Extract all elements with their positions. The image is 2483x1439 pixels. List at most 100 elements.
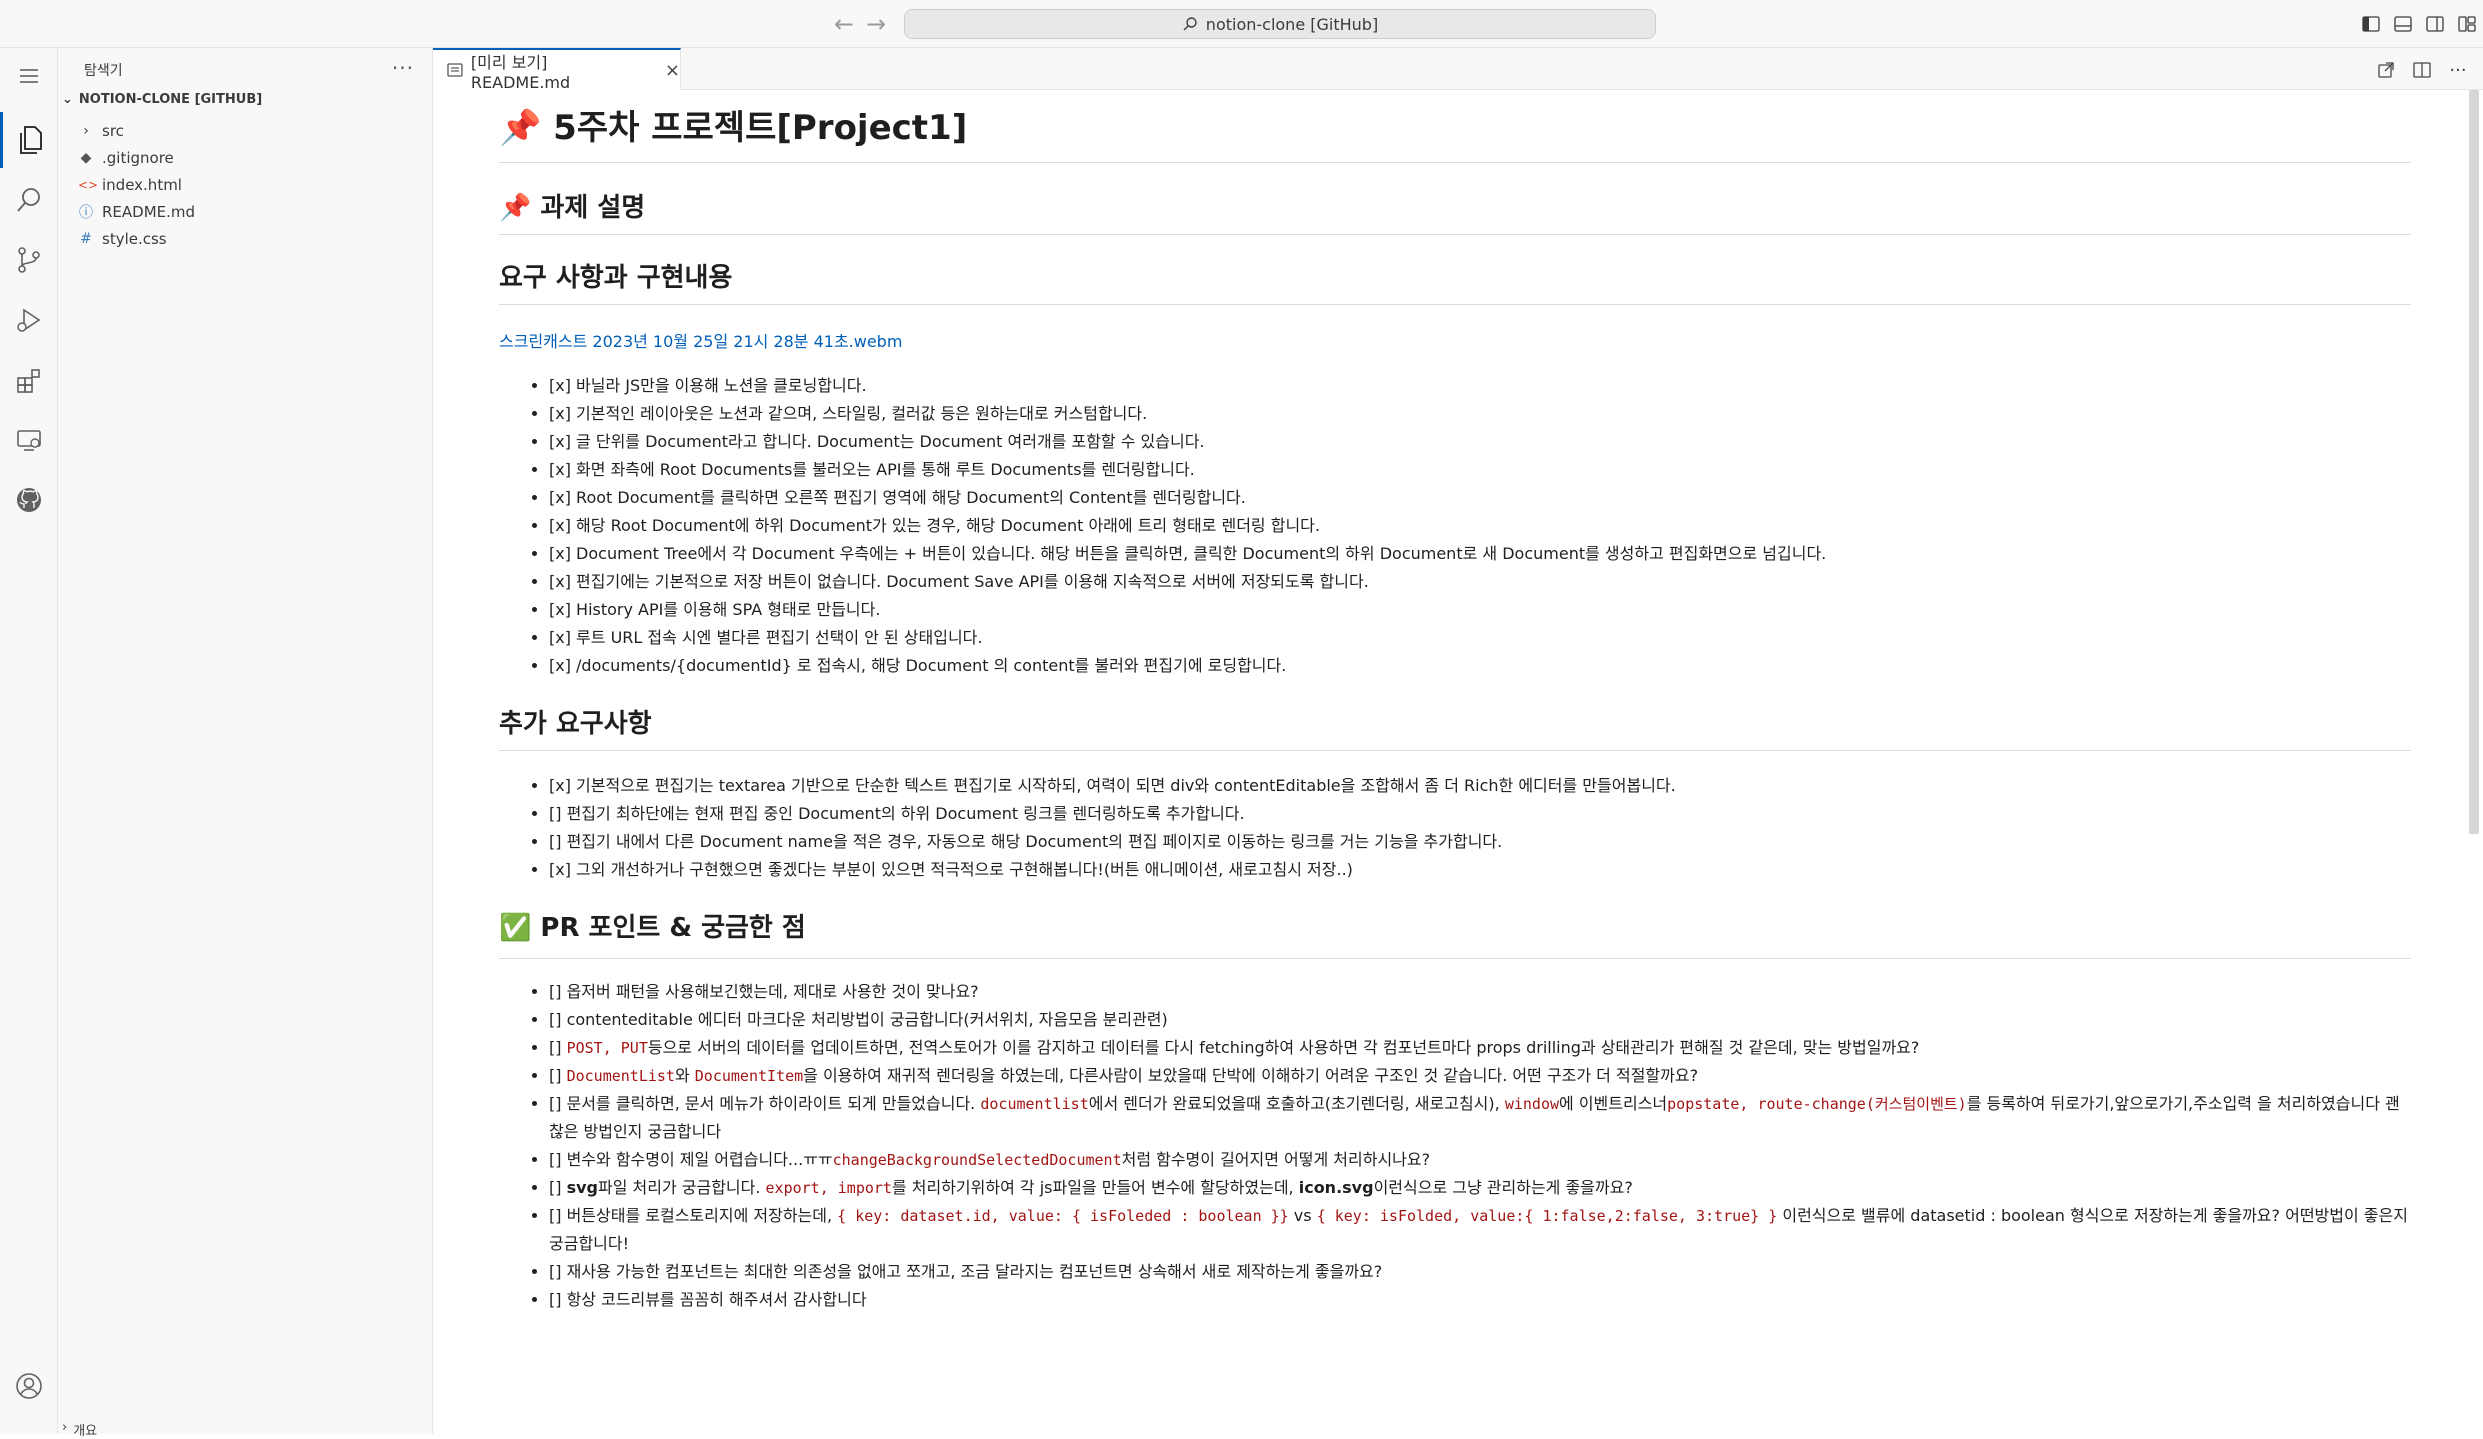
inline-code: export, import (765, 1179, 892, 1197)
tree-item-index-html[interactable]: <> index.html (78, 172, 182, 198)
preview-icon (447, 63, 463, 77)
text-span: 에서 렌더가 완료되었을때 호출하고(초기렌더링, 새로고침시), (1088, 1094, 1505, 1113)
list-item: [x] 기본적으로 편집기는 textarea 기반으로 단순한 텍스트 편집기… (549, 772, 2411, 800)
tree-item-gitignore[interactable]: ◆ .gitignore (78, 145, 174, 171)
text-span: [] (549, 1178, 567, 1197)
bold-text: icon.svg (1298, 1178, 1374, 1197)
accounts-icon[interactable] (0, 1358, 58, 1414)
activity-bar (0, 48, 58, 1434)
list-item: [x] 편집기에는 기본적으로 저장 버튼이 없습니다. Document Sa… (549, 568, 2411, 596)
search-icon[interactable] (0, 172, 58, 228)
divider (499, 234, 2411, 235)
list-item: [] DocumentList와 DocumentItem을 이용하여 재귀적 … (549, 1062, 2411, 1090)
search-icon (1183, 17, 1197, 31)
text-span: [] (549, 1038, 567, 1057)
text-span: 등으로 서버의 데이터를 업데이트하면, 전역스토어가 이를 감지하고 데이터를… (647, 1038, 1920, 1057)
github-icon[interactable] (0, 472, 58, 528)
hash-icon: # (80, 231, 92, 247)
screencast-link[interactable]: 스크린캐스트 2023년 10월 25일 21시 28분 41초.webm (499, 328, 902, 352)
list-item: [] 문서를 클릭하면, 문서 메뉴가 하이라이트 되게 만들었습니다. doc… (549, 1090, 2411, 1146)
back-arrow-icon[interactable]: ← (834, 10, 854, 38)
extra-list: [x] 기본적으로 편집기는 textarea 기반으로 단순한 텍스트 편집기… (499, 772, 2411, 884)
tab-readme-preview[interactable]: [미리 보기] README.md × (433, 48, 681, 92)
workspace-folder-label: NOTION-CLONE [GITHUB] (78, 92, 263, 107)
outline-section[interactable]: › 개요 (62, 1420, 97, 1439)
html-icon: <> (78, 178, 99, 192)
inline-code: { key: dataset.id, value: { isFoleded : … (837, 1207, 1289, 1225)
readme-title: 📌 5주차 프로젝트[Project1] (499, 108, 968, 148)
inline-code: changeBackgroundSelectedDocument (832, 1151, 1122, 1169)
tree-item-label: src (102, 122, 124, 140)
title-bar: ← → notion-clone [GitHub] (0, 0, 2483, 48)
text-span: 파일 처리가 궁금합니다. (597, 1178, 766, 1197)
list-item: [x] Root Document를 클릭하면 오른쪽 편집기 영역에 해당 D… (549, 484, 2411, 512)
list-item: [x] /documents/{documentId} 로 접속시, 해당 Do… (549, 652, 2411, 680)
inline-code: popstate, route-change(커스텀이벤트) (1667, 1095, 1967, 1113)
chevron-right-icon: › (62, 1420, 68, 1435)
close-icon[interactable]: × (665, 60, 680, 81)
list-item: [] svg파일 처리가 궁금합니다. export, import를 처리하기… (549, 1174, 2411, 1202)
remote-explorer-icon[interactable] (0, 412, 58, 468)
list-item: [x] 화면 좌측에 Root Documents를 불러오는 API를 통해 … (549, 456, 2411, 484)
toggle-primary-sidebar-icon[interactable] (2355, 10, 2387, 38)
more-actions-icon[interactable]: ··· (2443, 56, 2473, 84)
text-span: 와 (674, 1066, 695, 1085)
command-center-text: notion-clone [GitHub] (1205, 14, 1379, 34)
menu-icon[interactable] (0, 48, 58, 104)
toggle-secondary-sidebar-icon[interactable] (2419, 10, 2451, 38)
list-item: [] 편집기 내에서 다른 Document name을 적은 경우, 자동으로… (549, 828, 2411, 856)
list-item: [x] 루트 URL 접속 시엔 별다른 편집기 선택이 안 된 상태입니다. (549, 624, 2411, 652)
outline-label: 개요 (73, 1424, 98, 1439)
tree-item-label: style.css (102, 230, 167, 248)
more-actions-icon[interactable]: ··· (392, 56, 414, 80)
forward-arrow-icon[interactable]: → (866, 10, 886, 38)
toggle-panel-icon[interactable] (2387, 10, 2419, 38)
text-span: [] (549, 1066, 567, 1085)
customize-layout-icon[interactable] (2451, 10, 2483, 38)
divider (499, 958, 2411, 959)
markdown-preview[interactable]: 📌 5주차 프로젝트[Project1] 📌 과제 설명 요구 사항과 구현내용… (433, 90, 2483, 1434)
divider (499, 304, 2411, 305)
text-span: [] 변수와 함수명이 제일 어렵습니다...ㅠㅠ (549, 1150, 833, 1169)
list-item: [] 편집기 최하단에는 현재 편집 중인 Document의 하위 Docum… (549, 800, 2411, 828)
tree-item-src[interactable]: › src (78, 118, 124, 144)
tree-item-label: index.html (102, 176, 182, 194)
inline-code: window (1504, 1095, 1560, 1113)
chevron-down-icon: ⌄ (62, 92, 73, 107)
list-item: [x] 기본적인 레이아웃은 노션과 같으며, 스타일링, 컬러값 등은 원하는… (549, 400, 2411, 428)
list-item: [] POST, PUT등으로 서버의 데이터를 업데이트하면, 전역스토어가 … (549, 1034, 2411, 1062)
inline-code: documentlist (980, 1095, 1089, 1113)
info-icon: ⓘ (79, 205, 93, 221)
heading-task: 📌 과제 설명 (499, 193, 646, 223)
text-span: 를 처리하기위하여 각 js파일을 만들어 변수에 할당하였는데, (891, 1178, 1299, 1197)
tab-label: [미리 보기] README.md (470, 52, 571, 92)
list-item: [] contenteditable 에디터 마크다운 처리방법이 궁금합니다(… (549, 1006, 2411, 1034)
explorer-title: 탐색기 (84, 63, 123, 79)
list-item: [x] History API를 이용해 SPA 형태로 만듭니다. (549, 596, 2411, 624)
split-editor-icon[interactable] (2407, 56, 2437, 84)
text-span: [] 버튼상태를 로컬스토리지에 저장하는데, (549, 1206, 838, 1225)
list-item: [] 항상 코드리뷰를 꼼꼼히 해주셔서 감사합니다 (549, 1286, 2411, 1314)
workspace-folder[interactable]: ⌄ NOTION-CLONE [GITHUB] (62, 92, 262, 107)
heading-requirements: 요구 사항과 구현내용 (499, 263, 733, 293)
text-span: 이런식으로 그냥 관리하는게 좋을까요? (1373, 1178, 1633, 1197)
run-debug-icon[interactable] (0, 292, 58, 348)
inline-code: DocumentItem (694, 1067, 804, 1085)
extensions-icon[interactable] (0, 352, 58, 408)
divider (499, 162, 2411, 163)
list-item: [] 변수와 함수명이 제일 어렵습니다...ㅠㅠchangeBackgroun… (549, 1146, 2411, 1174)
open-source-icon[interactable] (2371, 56, 2401, 84)
tree-item-style-css[interactable]: # style.css (78, 226, 167, 252)
command-center-search[interactable]: notion-clone [GitHub] (904, 9, 1656, 39)
explorer-icon[interactable] (0, 112, 58, 168)
list-item: [x] Document Tree에서 각 Document 우측에는 + 버튼… (549, 540, 2411, 568)
inline-code: { key: isFolded, value:{ 1:false,2:false… (1316, 1207, 1778, 1225)
list-item: [x] 글 단위를 Document라고 합니다. Document는 Docu… (549, 428, 2411, 456)
list-item: [x] 바닐라 JS만을 이용해 노션을 클로닝합니다. (549, 372, 2411, 400)
vertical-scrollbar[interactable] (2469, 90, 2479, 834)
pr-list: [] 옵저버 패턴을 사용해보긴했는데, 제대로 사용한 것이 맞나요? [] … (499, 978, 2411, 1314)
source-control-icon[interactable] (0, 232, 58, 288)
tree-item-readme[interactable]: ⓘ README.md (78, 199, 195, 225)
text-span: [] 문서를 클릭하면, 문서 메뉴가 하이라이트 되게 만들었습니다. (549, 1094, 981, 1113)
inline-code: DocumentList (566, 1067, 675, 1085)
